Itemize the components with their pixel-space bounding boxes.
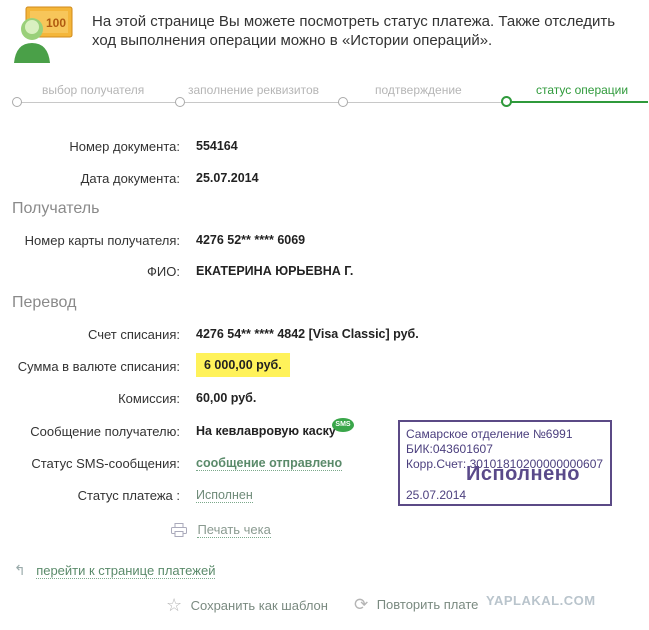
stamp-date: 25.07.2014 (406, 488, 467, 502)
recipient-section-title: Получатель (12, 200, 100, 217)
document-date-label: Дата документа: (80, 171, 180, 186)
recipient-card-label: Номер карты получателя: (24, 233, 180, 248)
message-label: Сообщение получателю: (30, 424, 180, 439)
fee-value: 60,00 руб. (196, 391, 257, 405)
stamp-line-1: Самарское отделение №6991 (406, 427, 573, 441)
print-receipt-button[interactable]: Печать чека (171, 521, 271, 539)
sms-status-link[interactable]: сообщение отправлено (196, 456, 343, 471)
step-label-1: выбор получателя (42, 83, 145, 97)
transfer-section-title: Перевод (12, 294, 77, 311)
repeat-payment-label[interactable]: Повторить плате (377, 597, 479, 612)
step-label-4: статус операции (536, 83, 629, 97)
recipient-name: ЕКАТЕРИНА ЮРЬЕВНА Г. (196, 264, 354, 278)
print-receipt-label[interactable]: Печать чека (197, 522, 271, 538)
repeat-payment-button[interactable]: ⟳ Повторить плате (354, 595, 478, 615)
svg-text:100: 100 (46, 16, 66, 30)
star-icon: ☆ (166, 595, 183, 615)
back-to-payments[interactable]: ↰ перейти к странице платежей (14, 562, 216, 580)
progress-track-active (506, 101, 648, 103)
step-dot-4 (501, 96, 512, 107)
payment-status-label: Статус платежа : (77, 488, 180, 503)
sms-status[interactable]: сообщение отправлено (196, 456, 343, 471)
step-dot-2 (175, 97, 185, 107)
stamp-line-2: БИК:043601607 (406, 442, 493, 456)
payment-status-icon: 100 (14, 6, 73, 63)
payment-status[interactable]: Исполнен (196, 488, 253, 503)
fee-label: Комиссия: (118, 391, 180, 406)
step-progress: выбор получателя заполнение реквизитов п… (12, 80, 649, 110)
recipient-name-label: ФИО: (147, 264, 180, 279)
step-dot-1 (12, 97, 22, 107)
sms-status-label: Статус SMS-сообщения: (31, 456, 180, 471)
refresh-icon: ⟳ (354, 595, 369, 614)
step-label-3: подтверждение (375, 83, 462, 97)
back-arrow-icon: ↰ (14, 562, 26, 578)
save-template-button[interactable]: ☆ Сохранить как шаблон (166, 595, 328, 616)
document-number: 554164 (196, 139, 238, 153)
document-number-label: Номер документа: (69, 139, 180, 154)
amount-label: Сумма в валюте списания: (17, 359, 180, 374)
account-label: Счет списания: (87, 327, 180, 342)
document-date: 25.07.2014 (196, 171, 259, 185)
sms-icon: SMS (332, 418, 354, 432)
back-to-payments-label[interactable]: перейти к странице платежей (36, 563, 216, 579)
step-dot-3 (338, 97, 348, 107)
stamp-executed: Исполнено (466, 463, 581, 485)
account-value: 4276 54** **** 4842 [Visa Classic] руб. (196, 327, 419, 341)
bank-stamp: Самарское отделение №6991 БИК:043601607 … (398, 420, 612, 506)
recipient-card: 4276 52** **** 6069 (196, 233, 306, 247)
message-value: На кевлавровую каску (196, 424, 336, 438)
save-template-label[interactable]: Сохранить как шаблон (191, 598, 328, 613)
step-label-2: заполнение реквизитов (188, 83, 320, 97)
payment-status-link[interactable]: Исполнен (196, 488, 253, 503)
printer-icon (171, 522, 187, 537)
amount-value: 6 000,00 руб. (196, 353, 290, 377)
intro-text: На этой странице Вы можете посмотреть ст… (92, 13, 616, 49)
watermark: YAPLAKAL.COM (486, 593, 596, 608)
progress-track (16, 102, 506, 103)
